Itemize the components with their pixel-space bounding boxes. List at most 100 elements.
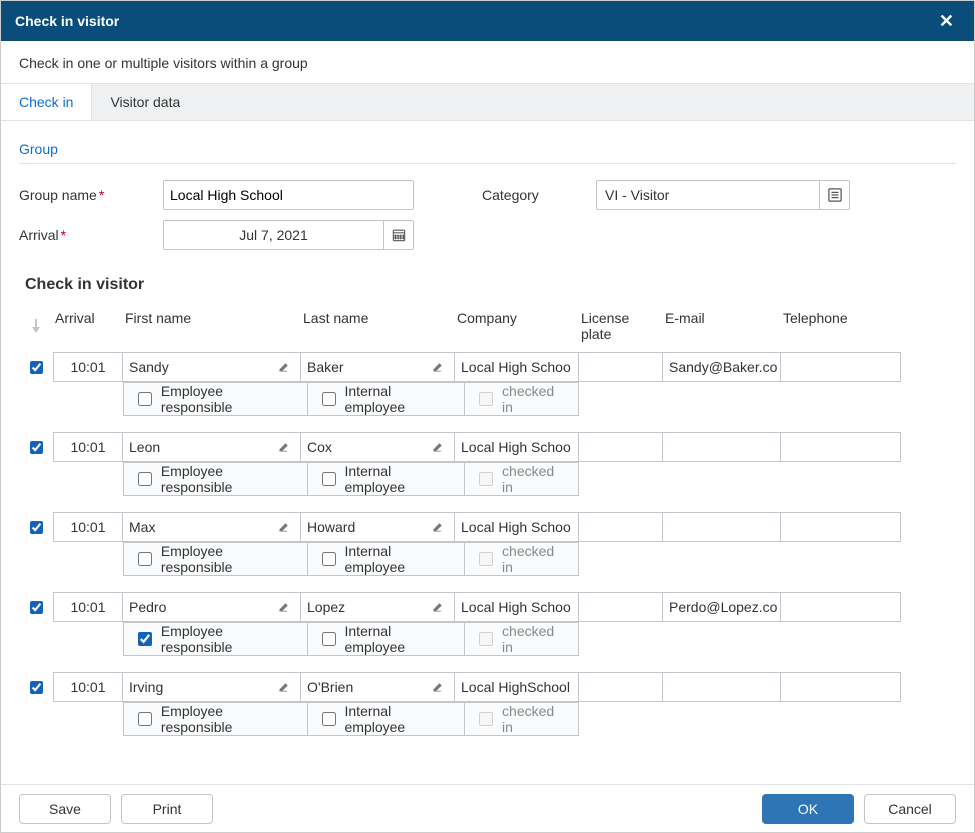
dialog-subtitle: Check in one or multiple visitors within… [1,41,974,73]
row-select-checkbox[interactable] [30,361,43,374]
internal-employee-checkbox[interactable]: Internal employee [308,703,466,735]
cell-company[interactable]: Local High Schoo [455,512,579,542]
row-select-checkbox[interactable] [30,521,43,534]
checked-in-checkbox[interactable]: checked in [465,463,578,495]
row-subpanel: Employee responsible Internal employee c… [123,542,579,576]
ok-button[interactable]: OK [762,794,854,824]
cell-first-name[interactable]: Pedro [123,592,301,622]
cell-email[interactable]: Sandy@Baker.co [663,352,781,382]
internal-employee-checkbox[interactable]: Internal employee [308,623,466,655]
cell-arrival[interactable]: 10:01 [53,432,123,462]
cell-arrival[interactable]: 10:01 [53,672,123,702]
cell-first-name[interactable]: Sandy [123,352,301,382]
cell-company[interactable]: Local High Schoo [455,432,579,462]
edit-icon[interactable] [274,361,294,373]
cell-telephone[interactable] [781,672,901,702]
arrival-date-value: Jul 7, 2021 [164,227,383,243]
edit-icon[interactable] [274,681,294,693]
section-checkin-title: Check in visitor [25,276,956,294]
col-license-plate[interactable]: License plate [579,306,663,346]
close-icon[interactable]: ✕ [933,7,960,36]
internal-employee-checkbox[interactable]: Internal employee [308,383,466,415]
edit-icon[interactable] [274,441,294,453]
edit-icon[interactable] [428,601,448,613]
row-select-checkbox[interactable] [30,681,43,694]
col-email[interactable]: E-mail [663,306,781,346]
edit-icon[interactable] [274,601,294,613]
category-label: Category [482,187,582,203]
col-telephone[interactable]: Telephone [781,306,901,346]
employee-responsible-checkbox[interactable]: Employee responsible [124,623,308,655]
cell-email[interactable]: Perdo@Lopez.co [663,592,781,622]
checked-in-checkbox[interactable]: checked in [465,383,578,415]
cell-last-name[interactable]: Baker [301,352,455,382]
cancel-button[interactable]: Cancel [864,794,956,824]
cell-email[interactable] [663,512,781,542]
col-last-name[interactable]: Last name [301,306,455,346]
cell-license-plate[interactable] [579,432,663,462]
checked-in-checkbox[interactable]: checked in [465,623,578,655]
cell-first-name[interactable]: Leon [123,432,301,462]
form-row-group: Group name* Category VI - Visitor [19,180,956,210]
list-icon[interactable] [819,181,849,209]
col-company[interactable]: Company [455,306,579,346]
cell-last-name[interactable]: O'Brien [301,672,455,702]
edit-icon[interactable] [428,681,448,693]
checked-in-checkbox[interactable]: checked in [465,543,578,575]
cell-company[interactable]: Local High Schoo [455,592,579,622]
internal-employee-checkbox[interactable]: Internal employee [308,463,466,495]
cell-telephone[interactable] [781,592,901,622]
cell-first-name[interactable]: Max [123,512,301,542]
cell-telephone[interactable] [781,512,901,542]
table-row: 10:01IrvingO'BrienLocal HighSchool Emplo… [19,672,956,736]
calendar-icon[interactable] [383,221,413,249]
edit-icon[interactable] [428,361,448,373]
cell-license-plate[interactable] [579,592,663,622]
edit-icon[interactable] [274,521,294,533]
tab-visitor-data[interactable]: Visitor data [92,84,198,120]
divider [19,163,956,164]
cell-license-plate[interactable] [579,512,663,542]
edit-icon[interactable] [428,441,448,453]
cell-last-name[interactable]: Lopez [301,592,455,622]
employee-responsible-checkbox[interactable]: Employee responsible [124,463,308,495]
tab-check-in[interactable]: Check in [1,84,92,120]
cell-license-plate[interactable] [579,352,663,382]
titlebar: Check in visitor ✕ [1,1,974,41]
cell-telephone[interactable] [781,352,901,382]
group-name-label: Group name* [19,187,149,203]
cell-telephone[interactable] [781,432,901,462]
col-first-name[interactable]: First name [123,306,301,346]
footer: Save Print OK Cancel [1,784,974,832]
cell-last-name[interactable]: Cox [301,432,455,462]
row-select-checkbox[interactable] [30,601,43,614]
arrival-label: Arrival* [19,227,149,243]
cell-company[interactable]: Local High Schoo [455,352,579,382]
category-combo[interactable]: VI - Visitor [596,180,850,210]
cell-email[interactable] [663,672,781,702]
edit-icon[interactable] [428,521,448,533]
print-button[interactable]: Print [121,794,213,824]
cell-arrival[interactable]: 10:01 [53,592,123,622]
group-name-input[interactable] [163,180,414,210]
col-arrival[interactable]: Arrival [53,306,123,346]
category-value: VI - Visitor [597,187,819,203]
table-row: 10:01PedroLopezLocal High Schoo Perdo@Lop… [19,592,956,656]
cell-company[interactable]: Local HighSchool [455,672,579,702]
row-subpanel: Employee responsible Internal employee c… [123,702,579,736]
employee-responsible-checkbox[interactable]: Employee responsible [124,383,308,415]
internal-employee-checkbox[interactable]: Internal employee [308,543,466,575]
cell-arrival[interactable]: 10:01 [53,352,123,382]
arrival-date-input[interactable]: Jul 7, 2021 [163,220,414,250]
employee-responsible-checkbox[interactable]: Employee responsible [124,703,308,735]
sort-indicator-icon[interactable] [19,306,53,346]
cell-first-name[interactable]: Irving [123,672,301,702]
cell-license-plate[interactable] [579,672,663,702]
employee-responsible-checkbox[interactable]: Employee responsible [124,543,308,575]
save-button[interactable]: Save [19,794,111,824]
cell-arrival[interactable]: 10:01 [53,512,123,542]
cell-last-name[interactable]: Howard [301,512,455,542]
row-select-checkbox[interactable] [30,441,43,454]
cell-email[interactable] [663,432,781,462]
checked-in-checkbox[interactable]: checked in [465,703,578,735]
